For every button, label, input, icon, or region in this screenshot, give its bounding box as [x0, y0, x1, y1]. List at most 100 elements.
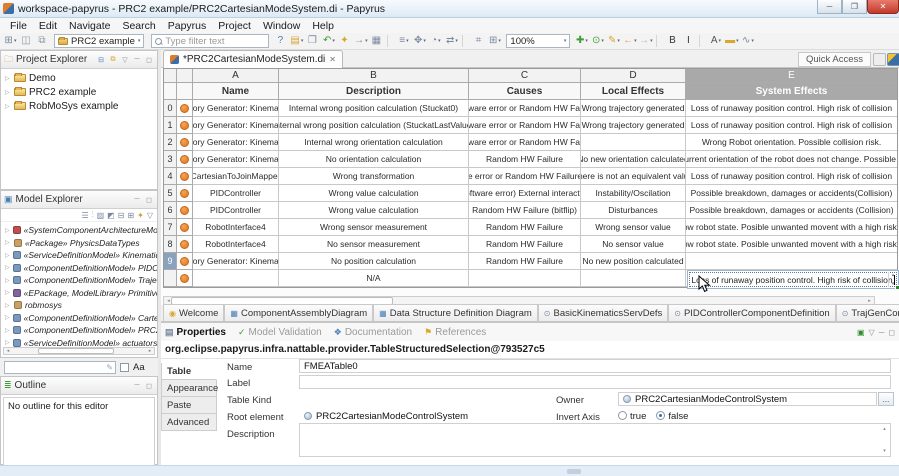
- diagram-tab[interactable]: ⊙ PIDControllerComponentDefinition: [668, 304, 835, 321]
- description-cell[interactable]: Internal wrong orientation calculation: [279, 134, 469, 151]
- minimize-view-icon[interactable]: ─: [132, 382, 142, 389]
- name-cell[interactable]: PIDController: [193, 185, 279, 202]
- system-effects-cell[interactable]: Loss of runaway position control. High r…: [686, 100, 897, 117]
- menu-item[interactable]: Help: [306, 19, 340, 33]
- local-effects-cell[interactable]: Wrong trajectory generated: [581, 100, 686, 117]
- row-marker-cell[interactable]: [177, 134, 193, 151]
- toolbar-icon[interactable]: B: [665, 34, 680, 48]
- expand-arrow-icon[interactable]: ▷: [5, 314, 10, 321]
- system-effects-cell[interactable]: [686, 253, 897, 270]
- sort-icon[interactable]: ☰: [81, 211, 88, 220]
- name-cell[interactable]: ajectory Generator: Kinematics..: [193, 151, 279, 168]
- expand-arrow-icon[interactable]: ▷: [5, 339, 10, 346]
- scroll-down-icon[interactable]: ▾: [883, 448, 886, 454]
- model-explorer-hscrollbar[interactable]: ◂ ▸: [3, 347, 155, 355]
- properties-side-tab[interactable]: Paste: [161, 397, 217, 414]
- menu-item[interactable]: Papyrus: [162, 19, 213, 33]
- row-marker-cell[interactable]: [177, 168, 193, 185]
- toolbar-icon[interactable]: ↶▾: [321, 34, 336, 48]
- causes-cell[interactable]: Random HW Failure: [469, 151, 581, 168]
- close-button[interactable]: ✕: [867, 0, 899, 14]
- match-case-checkbox[interactable]: [120, 363, 129, 372]
- expand-arrow-icon[interactable]: ▷: [5, 327, 10, 334]
- column-header-causes[interactable]: Causes: [469, 83, 581, 100]
- row-header[interactable]: 8: [164, 236, 177, 253]
- perspective-other-icon[interactable]: [873, 53, 886, 66]
- scroll-up-icon[interactable]: ▴: [892, 273, 895, 277]
- toolbar-icon[interactable]: A▾: [708, 34, 723, 48]
- diagram-tab[interactable]: ▦ Data Structure Definition Diagram: [373, 304, 538, 321]
- causes-cell[interactable]: Random HW Failure: [469, 236, 581, 253]
- link-with-editor-icon[interactable]: ✦: [137, 211, 144, 220]
- toolbar-icon[interactable]: →▾: [638, 34, 653, 48]
- close-icon[interactable]: ✕: [329, 55, 336, 64]
- local-effects-cell[interactable]: [581, 134, 686, 151]
- menu-item[interactable]: Navigate: [63, 19, 116, 33]
- row-marker-cell[interactable]: [177, 253, 193, 270]
- filter-input[interactable]: Type filter text: [151, 34, 269, 48]
- description-cell[interactable]: Wrong value calculation: [279, 185, 469, 202]
- tree-layout-icon[interactable]: ⫶: [92, 210, 94, 220]
- fill-handle[interactable]: [895, 285, 899, 290]
- cell-editor[interactable]: Loss of runaway position control. High r…: [687, 270, 899, 289]
- row-header[interactable]: 2: [164, 134, 177, 151]
- causes-cell[interactable]: Software error or Random HW Failure: [469, 117, 581, 134]
- toolbar-icon[interactable]: ⊙▾: [590, 34, 605, 48]
- name-cell[interactable]: ajectory Generator: Kinematics..: [193, 134, 279, 151]
- name-field[interactable]: FMEATable0: [299, 359, 891, 373]
- column-letter-c[interactable]: C: [469, 69, 581, 83]
- column-letter-a[interactable]: A: [193, 69, 279, 83]
- toolbar-icon[interactable]: ▬▾: [724, 34, 739, 48]
- row-marker-cell[interactable]: [177, 236, 193, 253]
- model-tree-item[interactable]: ▷ «Package» PhysicsDataTypes: [1, 237, 157, 250]
- root-element-field[interactable]: PRC2CartesianModeControlSystem: [299, 409, 552, 423]
- expand-arrow-icon[interactable]: ▷: [5, 75, 11, 82]
- local-effects-cell[interactable]: [581, 270, 686, 287]
- properties-side-tab[interactable]: Table: [161, 363, 217, 380]
- project-tree-item[interactable]: ▷ PRC2 example: [1, 85, 157, 99]
- properties-view-tab[interactable]: ❖ Documentation: [334, 327, 412, 338]
- expand-arrow-icon[interactable]: ▷: [5, 302, 11, 309]
- menu-item[interactable]: File: [4, 19, 33, 33]
- model-tree-item[interactable]: ▷ «ComponentDefinitionModel» CartesianTo: [1, 312, 157, 325]
- scrollbar-thumb[interactable]: [38, 348, 114, 354]
- toolbar-icon[interactable]: ∿▾: [740, 34, 755, 48]
- toolbar-icon[interactable]: ?: [273, 34, 288, 48]
- name-cell[interactable]: CartesianToJoinMapper: [193, 168, 279, 185]
- properties-view-tab[interactable]: ✓ Model Validation: [238, 327, 322, 338]
- name-cell[interactable]: ajectory Generator: Kinematics..: [193, 117, 279, 134]
- name-cell[interactable]: ajectory Generator: Kinematics..: [193, 100, 279, 117]
- menu-item[interactable]: Project: [212, 19, 257, 33]
- scroll-left-icon[interactable]: ◂: [4, 348, 12, 354]
- causes-cell[interactable]: Software error or Random HW Failure: [469, 100, 581, 117]
- row-header[interactable]: 0: [164, 100, 177, 117]
- link-with-editor-icon[interactable]: ⧉: [108, 56, 118, 64]
- row-header[interactable]: 5: [164, 185, 177, 202]
- row-header[interactable]: [164, 270, 177, 287]
- local-effects-cell[interactable]: There is not an equivalent value: [581, 168, 686, 185]
- local-effects-cell[interactable]: No new orientation calculated: [581, 151, 686, 168]
- description-cell[interactable]: Wrong value calculation: [279, 202, 469, 219]
- name-cell[interactable]: RobotInterface4: [193, 236, 279, 253]
- minimize-view-icon[interactable]: ─: [132, 56, 142, 63]
- diagram-tab[interactable]: ⊙ BasicKinematicsServDefs: [538, 304, 668, 321]
- model-tree-item[interactable]: ▷ «ComponentDefinitionModel» TrajectoryG: [1, 274, 157, 287]
- name-cell[interactable]: PIDController: [193, 202, 279, 219]
- maximize-view-icon[interactable]: ◻: [888, 328, 895, 337]
- description-textarea[interactable]: ▴ ▾: [299, 423, 891, 457]
- toolbar-icon[interactable]: ◫: [19, 34, 34, 48]
- properties-side-tab[interactable]: Advanced: [161, 414, 217, 431]
- maximize-button[interactable]: ❒: [842, 0, 867, 14]
- toolbar-icon[interactable]: ⌗: [471, 34, 486, 48]
- scroll-up-icon[interactable]: ▴: [883, 426, 886, 432]
- expand-arrow-icon[interactable]: ▷: [5, 277, 10, 284]
- model-tree-item[interactable]: ▷ robmosys: [1, 299, 157, 312]
- properties-side-tab[interactable]: Appearance: [161, 380, 217, 397]
- expand-arrow-icon[interactable]: ▷: [5, 227, 10, 234]
- invert-axis-false-radio[interactable]: [656, 411, 665, 420]
- column-header-name[interactable]: Name: [193, 83, 279, 100]
- menu-item[interactable]: Edit: [33, 19, 63, 33]
- local-effects-cell[interactable]: Instability/Oscilation: [581, 185, 686, 202]
- view-menu-icon[interactable]: ▽: [120, 56, 130, 64]
- system-effects-cell[interactable]: Unknow robot state. Posible unwanted mov…: [686, 219, 897, 236]
